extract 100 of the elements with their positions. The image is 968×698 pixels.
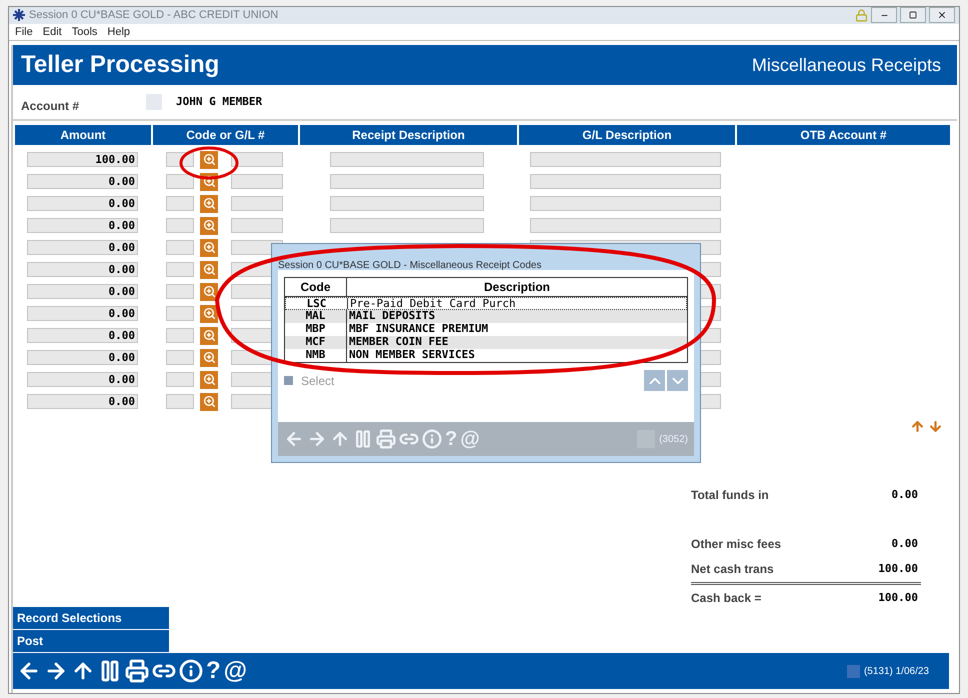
window-title: Session 0 CU*BASE GOLD - ABC CREDIT UNION [29, 8, 278, 23]
code-field[interactable] [166, 284, 194, 299]
code-field[interactable] [166, 240, 194, 255]
amount-field[interactable]: 0.00 [27, 394, 138, 409]
amount-field[interactable]: 0.00 [27, 284, 138, 299]
total-label: Total funds in [691, 487, 769, 504]
page-up-button[interactable] [644, 370, 665, 391]
toolbar-glyph-button[interactable]: @ [224, 659, 248, 683]
gl-number-field[interactable] [231, 196, 283, 211]
zoom-in-icon [202, 219, 216, 232]
dialog-status-text: (3052) [659, 432, 688, 446]
close-button[interactable] [929, 7, 955, 24]
receipt-description-field[interactable] [330, 152, 484, 167]
menu-item[interactable]: Edit [42, 24, 62, 40]
status-text: (5131) 1/06/23 [864, 664, 930, 678]
column-header: OTB Account # [737, 125, 950, 145]
menu-item[interactable]: Tools [72, 24, 98, 40]
code-row[interactable]: MAL MAIL DEPOSITS [285, 310, 687, 323]
code-cell: LSC [286, 298, 348, 309]
scroll-up-icon[interactable] [910, 419, 925, 434]
menu-item[interactable]: File [15, 24, 33, 40]
page-down-button[interactable] [667, 370, 688, 391]
zoom-in-icon [202, 351, 216, 364]
code-field[interactable] [166, 196, 194, 211]
code-field[interactable] [166, 174, 194, 189]
lookup-button[interactable] [200, 260, 218, 278]
member-name: JOHN G MEMBER [176, 94, 262, 110]
dialog-column-header: Description [484, 279, 550, 296]
maximize-icon [909, 11, 917, 20]
select-checkbox[interactable] [284, 376, 293, 385]
toolbar-glyph-button[interactable]: ? [206, 659, 221, 683]
description-cell-text: MEMBER COIN FEE [348, 336, 448, 349]
zoom-in-icon [202, 263, 216, 276]
amount-field[interactable]: 100.00 [27, 152, 138, 167]
annotation-circle [180, 146, 238, 180]
code-field[interactable] [166, 394, 194, 409]
code-row[interactable]: MCF MEMBER COIN FEE [285, 336, 687, 349]
account-field[interactable] [146, 94, 162, 110]
maximize-button[interactable] [900, 7, 926, 24]
page-subtitle: Miscellaneous Receipts [752, 54, 942, 77]
zoom-in-icon [202, 329, 216, 342]
lookup-button[interactable] [200, 348, 218, 366]
code-field[interactable] [166, 262, 194, 277]
description-cell-text: MAIL DEPOSITS [348, 310, 436, 323]
close-icon [937, 10, 947, 20]
amount-field[interactable]: 0.00 [27, 306, 138, 321]
gl-description-field[interactable] [530, 196, 721, 211]
code-field[interactable] [166, 350, 194, 365]
code-field[interactable] [166, 306, 194, 321]
lookup-button[interactable] [200, 304, 218, 322]
zoom-in-icon [202, 373, 216, 386]
gl-description-field[interactable] [530, 218, 721, 233]
description-cell-text: MBF INSURANCE PREMIUM [348, 323, 488, 336]
amount-field[interactable]: 0.00 [27, 240, 138, 255]
receipt-description-field[interactable] [330, 174, 484, 189]
total-value: 100.00 [878, 590, 919, 606]
gl-number-field[interactable] [231, 218, 283, 233]
code-field[interactable] [166, 218, 194, 233]
dialog-column-header: Code [300, 279, 330, 296]
gl-number-field[interactable] [231, 174, 283, 189]
amount-field[interactable]: 0.00 [27, 174, 138, 189]
lookup-button[interactable] [200, 194, 218, 212]
printer-icon[interactable] [125, 659, 149, 683]
action-button[interactable]: Record Selections [13, 607, 169, 629]
code-field[interactable] [166, 328, 194, 343]
amount-field[interactable]: 0.00 [27, 196, 138, 211]
zoom-in-icon [202, 197, 216, 210]
receipt-description-field[interactable] [330, 218, 484, 233]
column-header: Receipt Description [300, 125, 517, 145]
gl-description-field[interactable] [530, 152, 721, 167]
lookup-button[interactable] [200, 238, 218, 256]
lookup-button[interactable] [200, 150, 218, 168]
lookup-button[interactable] [200, 392, 218, 410]
amount-field[interactable]: 0.00 [27, 350, 138, 365]
lock-icon [855, 8, 868, 22]
action-button[interactable]: Post [13, 630, 169, 652]
total-value: 0.00 [892, 536, 919, 552]
total-value: 100.00 [878, 560, 919, 577]
receipt-description-field[interactable] [330, 196, 484, 211]
lookup-button[interactable] [200, 216, 218, 234]
code-field[interactable] [166, 372, 194, 387]
total-label: Cash back = [691, 590, 762, 607]
lookup-button[interactable] [200, 282, 218, 300]
description-cell-text: Pre-Paid Debit Card Purch [349, 298, 516, 309]
total-label: Net cash trans [691, 561, 774, 578]
menu-item[interactable]: Help [107, 24, 130, 40]
amount-field[interactable]: 0.00 [27, 328, 138, 343]
zoom-in-icon [202, 307, 216, 320]
scroll-down-icon[interactable] [928, 419, 943, 434]
gl-number-field[interactable] [231, 152, 283, 167]
amount-field[interactable]: 0.00 [27, 218, 138, 233]
code-cell: NMB [285, 349, 347, 362]
amount-field[interactable]: 0.00 [27, 262, 138, 277]
lookup-button[interactable] [200, 370, 218, 388]
gl-description-field[interactable] [530, 174, 721, 189]
account-label: Account # [21, 98, 80, 115]
page-title: Teller Processing [21, 50, 220, 80]
amount-field[interactable]: 0.00 [27, 372, 138, 387]
code-row[interactable]: LSC Pre-Paid Debit Card Purch [285, 297, 687, 310]
lookup-button[interactable] [200, 326, 218, 344]
